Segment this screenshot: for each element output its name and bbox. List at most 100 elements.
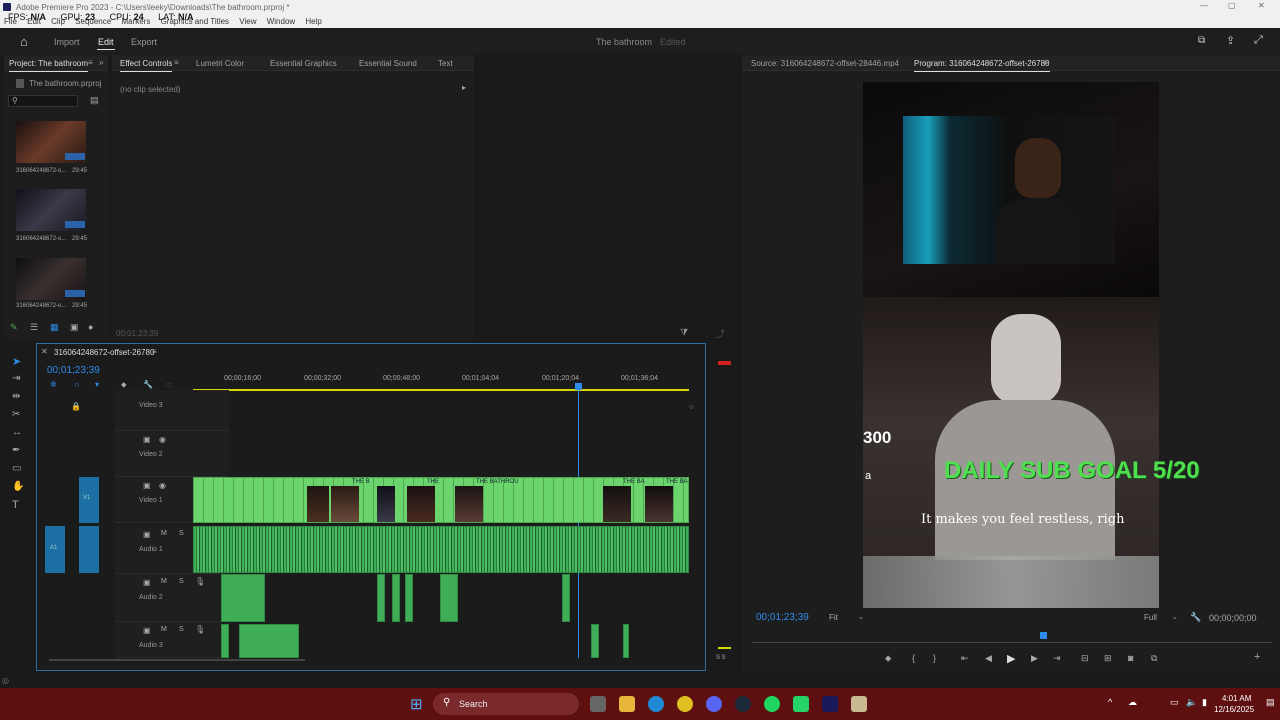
- workspace-icon[interactable]: ⧉: [1198, 35, 1205, 46]
- eye-icon[interactable]: ◉: [159, 481, 166, 490]
- camera-icon[interactable]: ◙: [1128, 653, 1133, 663]
- share-icon[interactable]: ⇪: [1226, 34, 1235, 47]
- task-view-icon[interactable]: [590, 696, 606, 712]
- add-marker-icon[interactable]: ▾: [95, 380, 99, 389]
- spotify-icon[interactable]: [764, 696, 780, 712]
- source-patch-a1[interactable]: A1: [45, 526, 65, 573]
- discord-icon[interactable]: [706, 696, 722, 712]
- filter-icon[interactable]: ⧩: [680, 327, 688, 338]
- steam-icon[interactable]: [735, 696, 751, 712]
- time-ruler[interactable]: 00;00;16;00 00;00;32;00 00;00;48;00 00;0…: [193, 372, 689, 392]
- zoom-slider-icon[interactable]: ●: [88, 322, 93, 332]
- program-timecode[interactable]: 00;01;23;39: [756, 612, 809, 623]
- add-marker-icon[interactable]: ⬥: [885, 653, 891, 664]
- close-icon[interactable]: ✕: [1258, 1, 1265, 10]
- audio-clip-a3[interactable]: [239, 624, 299, 658]
- audio-clip-a2[interactable]: [392, 574, 400, 622]
- add-button-icon[interactable]: +: [1254, 651, 1260, 663]
- list-view-icon[interactable]: ☰: [30, 322, 38, 333]
- timeline-timecode[interactable]: 00;01;23;39: [47, 365, 100, 376]
- notification-icon[interactable]: ▤: [1266, 697, 1275, 708]
- toggle-sync-icon[interactable]: ▣: [143, 530, 151, 539]
- playhead-line[interactable]: [578, 390, 579, 658]
- track-select-icon[interactable]: ⇥: [12, 373, 20, 384]
- fullscreen-icon[interactable]: ⤢: [1254, 34, 1263, 47]
- maximize-icon[interactable]: ▢: [1228, 1, 1236, 10]
- toggle-sync-icon[interactable]: ▣: [143, 578, 151, 587]
- close-sequence-icon[interactable]: ✕: [41, 347, 48, 356]
- tab-import[interactable]: Import: [54, 37, 80, 47]
- audio-clip-a3[interactable]: [623, 624, 629, 658]
- hand-tool-icon[interactable]: ✋: [12, 481, 24, 492]
- taskbar-search[interactable]: ⚲ Search: [433, 693, 579, 715]
- icon-view-icon[interactable]: ▦: [50, 322, 59, 333]
- tab-effect-controls[interactable]: Effect Controls: [120, 59, 173, 72]
- tab-source[interactable]: Source: 316064248672-offset-28446.mp4: [751, 59, 899, 68]
- audio-clip-a3[interactable]: [221, 624, 229, 658]
- menu-window[interactable]: Window: [267, 17, 295, 26]
- project-item-thumbnail[interactable]: [16, 189, 86, 231]
- chrome-icon[interactable]: [677, 696, 693, 712]
- play-icon[interactable]: ▶: [1007, 652, 1015, 665]
- project-item-thumbnail[interactable]: [16, 258, 86, 300]
- mark-in-icon[interactable]: {: [912, 653, 915, 663]
- audio-clip-a2[interactable]: [405, 574, 413, 622]
- menu-help[interactable]: Help: [305, 17, 321, 26]
- clock-time[interactable]: 4:01 AM: [1222, 694, 1251, 703]
- toggle-sync-icon[interactable]: ▣: [143, 435, 151, 444]
- tray-chevron-icon[interactable]: ^: [1108, 697, 1112, 707]
- wrench-icon[interactable]: 🔧: [1190, 612, 1201, 623]
- scrub-playhead[interactable]: [1040, 632, 1047, 639]
- video-frame[interactable]: 300 a It makes you feel restless, righ: [863, 82, 1159, 608]
- panel-menu-icon[interactable]: ≡: [88, 58, 93, 67]
- audio-clip-a2[interactable]: [440, 574, 458, 622]
- mute-button[interactable]: M: [161, 626, 167, 633]
- new-bin-icon[interactable]: ▤: [90, 95, 99, 106]
- lock-icon[interactable]: 🔒: [71, 402, 81, 411]
- track-target-a1[interactable]: [79, 526, 99, 573]
- pen-tool-icon[interactable]: ✒: [12, 445, 20, 456]
- quality-select[interactable]: Full: [1144, 613, 1157, 622]
- audio-clip-a1[interactable]: [193, 526, 689, 573]
- type-tool-icon[interactable]: T: [12, 499, 19, 511]
- extract-icon[interactable]: ⊞: [1104, 653, 1112, 664]
- windows-start-icon[interactable]: ⊞: [410, 695, 423, 713]
- scroll-handle-icon[interactable]: ○: [689, 404, 693, 411]
- razor-tool-icon[interactable]: ✂: [12, 409, 20, 420]
- wrench-icon[interactable]: 🔧: [143, 380, 153, 389]
- marker-icon[interactable]: ⬥: [121, 380, 127, 390]
- rectangle-tool-icon[interactable]: ▭: [12, 463, 21, 474]
- selection-tool-icon[interactable]: ➤: [12, 355, 21, 368]
- file-explorer-icon[interactable]: [619, 696, 635, 712]
- mute-button[interactable]: M: [161, 530, 167, 537]
- compare-view-icon[interactable]: ⧉: [1151, 653, 1157, 664]
- search-input[interactable]: ⚲: [8, 95, 78, 107]
- onedrive-icon[interactable]: ☁: [1128, 697, 1137, 708]
- source-patch-v1[interactable]: V1: [79, 477, 99, 523]
- network-icon[interactable]: ▭: [1170, 697, 1179, 708]
- export-frame-icon[interactable]: ⤴: [716, 327, 725, 340]
- freeform-view-icon[interactable]: ▣: [70, 322, 79, 333]
- panel-menu-icon[interactable]: ≡: [1044, 58, 1049, 67]
- tab-essential-graphics[interactable]: Essential Graphics: [270, 59, 337, 68]
- audio-clip-a3[interactable]: [591, 624, 599, 658]
- toggle-sync-icon[interactable]: ▣: [143, 626, 151, 635]
- chevron-down-icon[interactable]: ⌄: [858, 613, 864, 621]
- snap-icon[interactable]: ✲: [50, 380, 57, 389]
- microphone-icon[interactable]: 🎙: [195, 577, 205, 586]
- lift-icon[interactable]: ⊟: [1081, 653, 1089, 664]
- tab-edit[interactable]: Edit: [98, 37, 114, 47]
- work-area-bar[interactable]: [193, 389, 689, 391]
- tab-text[interactable]: Text: [438, 59, 453, 68]
- tab-project[interactable]: Project: The bathroom: [9, 59, 89, 72]
- slip-tool-icon[interactable]: ↔: [12, 427, 22, 438]
- tab-essential-sound[interactable]: Essential Sound: [359, 59, 417, 68]
- menu-view[interactable]: View: [239, 17, 256, 26]
- solo-button[interactable]: S: [179, 578, 184, 585]
- zoom-select[interactable]: Fit: [829, 613, 838, 622]
- playhead-handle[interactable]: [575, 383, 582, 390]
- volume-icon[interactable]: 🔈: [1186, 697, 1197, 708]
- step-forward-icon[interactable]: ▶: [1031, 653, 1038, 664]
- microphone-icon[interactable]: 🎙: [195, 625, 205, 634]
- battery-icon[interactable]: ▮: [1202, 697, 1207, 708]
